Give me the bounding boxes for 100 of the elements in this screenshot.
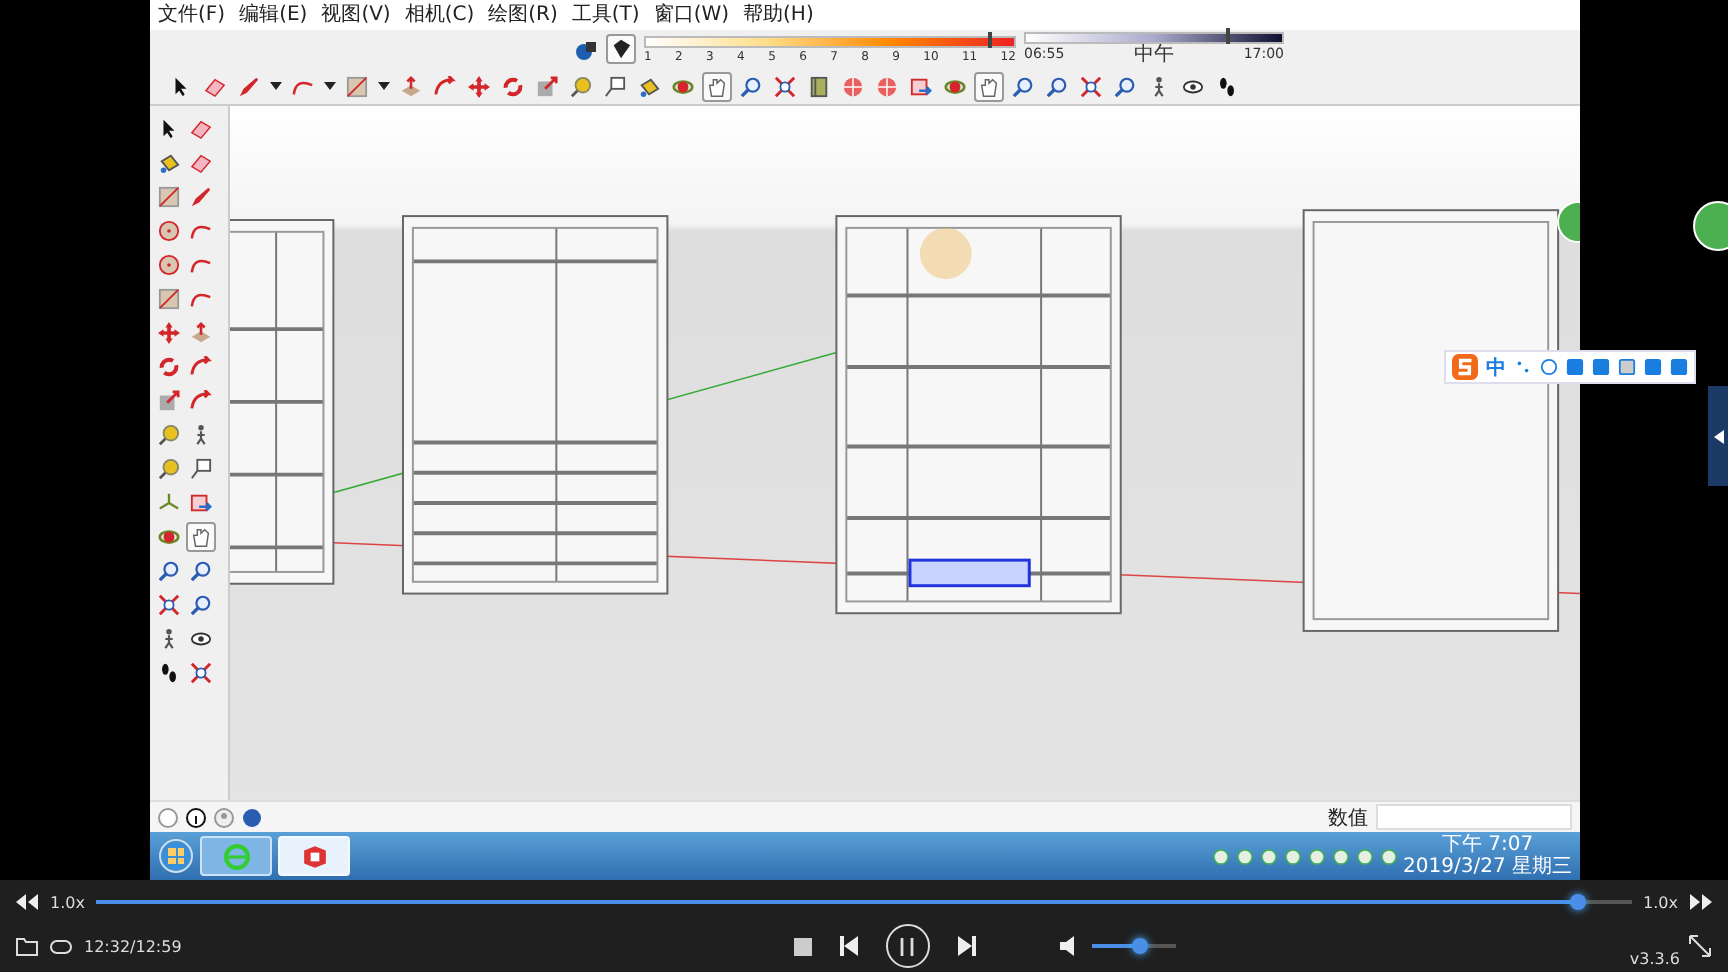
magnifier-icon — [1012, 75, 1034, 97]
magnifier-icon — [190, 560, 212, 582]
version-label: v3.3.6 — [1629, 950, 1680, 968]
eraser-icon — [190, 152, 212, 174]
rectangle-icon — [158, 186, 180, 208]
orbit-icon — [158, 526, 180, 548]
caret-icon — [324, 80, 336, 92]
time-label: 中午 — [1134, 46, 1174, 66]
eye-icon — [190, 628, 212, 650]
fullscreen-button[interactable] — [1688, 934, 1712, 958]
volume-handle[interactable] — [1131, 938, 1148, 954]
menu-item[interactable]: 窗口(W) — [653, 0, 730, 30]
paint-bucket-icon — [158, 152, 180, 174]
measurements-label: 数值 — [1328, 805, 1368, 831]
share-icon — [190, 492, 212, 514]
speed-label: 1.0x — [50, 893, 85, 911]
menu-item[interactable]: 视图(V) — [321, 0, 391, 30]
skip-forward-icon — [957, 936, 976, 956]
collapse-tab[interactable] — [1708, 386, 1728, 486]
next-button[interactable] — [957, 936, 976, 956]
magnifier-icon — [158, 560, 180, 582]
cursor-highlight — [919, 227, 972, 279]
progress-handle[interactable] — [1569, 894, 1586, 910]
pencil-icon — [238, 75, 260, 97]
3d-viewport[interactable] — [230, 106, 1580, 800]
scale-icon — [158, 390, 180, 412]
folder-icon — [16, 937, 38, 955]
playback-time: 12:32/12:59 — [84, 937, 182, 955]
rewind-button[interactable] — [16, 894, 38, 910]
menu-item[interactable]: 工具(T) — [571, 0, 640, 30]
dots-icon[interactable] — [1514, 358, 1532, 376]
stop-button[interactable] — [793, 937, 812, 955]
cube-logo-icon — [301, 843, 327, 869]
clock-date: 2019/3/27 星期三 — [1403, 856, 1572, 878]
triangle-left-icon — [1713, 429, 1723, 443]
tool-button[interactable] — [770, 71, 800, 101]
start-orb-icon[interactable] — [158, 838, 194, 874]
volume-button[interactable] — [1059, 936, 1080, 956]
menu-item[interactable]: 编辑(E) — [239, 0, 308, 30]
tool-button[interactable] — [186, 658, 216, 688]
tool-button[interactable] — [600, 71, 630, 101]
tape-measure-icon — [570, 75, 592, 97]
menu-item[interactable]: 绘图(R) — [488, 0, 558, 30]
tool-button[interactable] — [154, 590, 184, 620]
cursor-icon — [158, 118, 180, 140]
magnifier-icon — [1114, 75, 1136, 97]
zoom-extents-icon — [158, 594, 180, 616]
push-pull-icon — [190, 322, 212, 344]
shadow-toggle-button[interactable] — [606, 34, 636, 64]
circle-icon — [158, 220, 180, 242]
tool-button[interactable] — [1076, 71, 1106, 101]
pencil-icon — [190, 186, 212, 208]
menu-item[interactable]: 帮助(H) — [743, 0, 814, 30]
caret-icon — [270, 80, 282, 92]
selected-shelf — [908, 558, 1031, 588]
magnifier-icon — [1046, 75, 1068, 97]
s-logo-icon[interactable] — [1452, 354, 1478, 380]
loop-button[interactable] — [50, 937, 72, 955]
cursor-icon — [170, 75, 192, 97]
speed-label: 1.0x — [1643, 893, 1678, 911]
measurements-field[interactable] — [1376, 804, 1572, 830]
zoom-extents-icon — [774, 75, 796, 97]
curved-arrow-icon — [434, 75, 456, 97]
user-icon[interactable] — [214, 807, 234, 827]
info-icon[interactable] — [186, 807, 206, 827]
speaker-icon — [1059, 936, 1080, 956]
rotate-icon — [502, 75, 524, 97]
curved-arrow-icon — [190, 356, 212, 378]
menu-item[interactable]: 相机(C) — [404, 0, 475, 30]
eye-icon — [1182, 75, 1204, 97]
rewind-icon — [16, 894, 38, 910]
tape-measure-icon — [158, 458, 180, 480]
rectangle-icon — [158, 288, 180, 310]
fast-forward-button[interactable] — [1690, 894, 1712, 910]
move-arrows-icon — [158, 322, 180, 344]
box-icon — [610, 38, 632, 60]
eraser-icon — [190, 118, 212, 140]
circle-icon — [158, 254, 180, 276]
ime-mode-button[interactable]: 中 — [1486, 353, 1506, 381]
tool-button[interactable] — [186, 454, 216, 484]
play-pause-button[interactable] — [885, 924, 930, 968]
expand-arrows-icon — [1688, 934, 1712, 958]
rectangle-icon — [346, 75, 368, 97]
figure-icon — [1148, 75, 1170, 97]
magnifier-icon — [190, 594, 212, 616]
previous-button[interactable] — [839, 936, 858, 956]
stop-icon — [793, 937, 812, 955]
month-slider-thumb[interactable] — [988, 31, 993, 47]
shadow-icon — [574, 37, 598, 61]
e-logo-icon — [223, 843, 249, 869]
curved-arrow-icon — [190, 390, 212, 412]
taskbar-app[interactable] — [278, 836, 350, 876]
text-label-icon — [604, 75, 626, 97]
open-folder-button[interactable] — [16, 937, 38, 955]
figure-icon — [190, 424, 212, 446]
menu-item[interactable]: 文件(F) — [158, 0, 226, 30]
time-slider-thumb[interactable] — [1225, 28, 1230, 44]
zoom-extents-icon — [190, 662, 212, 684]
tape-measure-icon — [158, 424, 180, 446]
clock-time: 下午 7:07 — [1441, 834, 1534, 856]
